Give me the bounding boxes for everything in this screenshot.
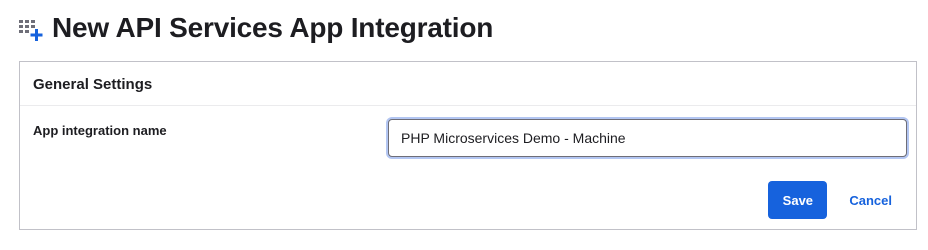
page: New API Services App Integration General… bbox=[0, 0, 928, 250]
save-button[interactable]: Save bbox=[768, 181, 828, 219]
page-header: New API Services App Integration bbox=[18, 10, 493, 46]
app-integration-name-input[interactable] bbox=[388, 119, 907, 157]
form-actions: Save Cancel bbox=[768, 181, 898, 219]
add-app-grid-icon bbox=[19, 20, 43, 41]
general-settings-panel: General Settings App integration name Sa… bbox=[19, 61, 917, 230]
app-integration-name-label: App integration name bbox=[33, 123, 167, 138]
cancel-button[interactable]: Cancel bbox=[843, 181, 898, 219]
general-settings-title: General Settings bbox=[33, 76, 153, 93]
panel-divider bbox=[20, 105, 916, 106]
page-title: New API Services App Integration bbox=[52, 12, 494, 43]
